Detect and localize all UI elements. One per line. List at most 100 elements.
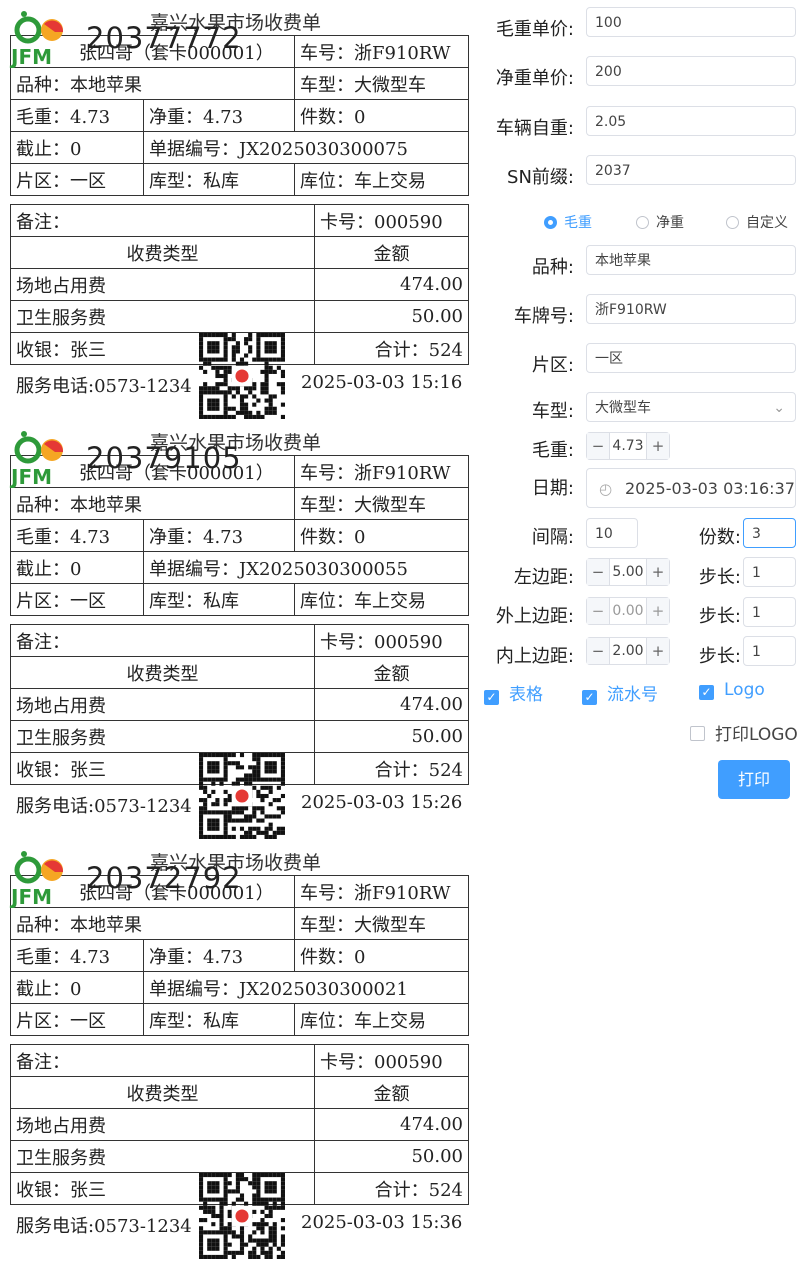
cutoff-cell: 截止：0 [10, 551, 144, 584]
service-phone: 服务电话:0573-1234 [16, 376, 192, 397]
interval-label: 间隔: [531, 527, 574, 548]
fee-type-header: 收费类型 [10, 1076, 315, 1109]
total-cell: 合计：524 [314, 1172, 469, 1205]
step-label: 步长: [698, 606, 741, 627]
zone-cell: 片区：一区 [10, 583, 144, 616]
receipt: 嘉兴水果市场收费单 张四哥（套卡000001） 车号：浙F910RW 品种：本地苹… [0, 840, 470, 1260]
left-margin-label: 左边距: [513, 567, 574, 588]
outer-top-margin-label: 外上边距: [495, 606, 574, 627]
zone-input[interactable]: 一区 [586, 343, 796, 373]
date-picker[interactable]: ◴ 2025-03-03 03:16:37 [586, 468, 796, 508]
variety-cell: 品种：本地苹果 [10, 907, 295, 940]
checkbox-print-logo[interactable]: 打印LOGO [690, 720, 798, 745]
fee-amount-cell: 50.00 [314, 1140, 469, 1173]
plus-icon[interactable]: + [646, 638, 669, 664]
checkbox-logo[interactable]: ✓ Logo [699, 680, 765, 700]
vehicle-type-cell: 车型：大微型车 [294, 907, 469, 940]
minus-icon[interactable]: − [587, 433, 610, 459]
receipt-info-table: 张四哥（套卡000001） 车号：浙F910RW 品种：本地苹果 车型：大微型车 毛… [10, 35, 469, 196]
jfm-logo: JFM [9, 431, 64, 488]
radio-net-label: 净重 [656, 215, 684, 231]
check-icon: ✓ [582, 690, 597, 705]
total-cell: 合计：524 [314, 332, 469, 365]
radio-checked-icon [544, 216, 557, 229]
inner-step-input[interactable]: 1 [743, 636, 796, 666]
storage-type-cell: 库型：私库 [143, 163, 295, 196]
checkbox-serial[interactable]: ✓ 流水号 [582, 680, 658, 705]
copies-input[interactable]: 3 [743, 518, 796, 548]
gross-price-input[interactable]: 100 [586, 7, 796, 37]
fee-name-cell: 卫生服务费 [10, 720, 315, 753]
minus-icon[interactable]: − [587, 559, 610, 585]
checkbox-table[interactable]: ✓ 表格 [484, 680, 543, 705]
weight-label: 毛重: [531, 440, 574, 461]
gross-weight-cell: 毛重：4.73 [10, 519, 144, 552]
net-price-input[interactable]: 200 [586, 56, 796, 86]
tare-label: 车辆自重: [495, 118, 574, 139]
variety-input[interactable]: 本地苹果 [586, 245, 796, 275]
pieces-cell: 件数：0 [294, 519, 469, 552]
minus-icon[interactable]: − [587, 638, 610, 664]
radio-net[interactable]: 净重 [636, 212, 684, 232]
fee-name-cell: 场地占用费 [10, 688, 315, 721]
net-weight-cell: 净重：4.73 [143, 519, 295, 552]
radio-gross[interactable]: 毛重 [544, 212, 592, 232]
storage-type-cell: 库型：私库 [143, 1003, 295, 1036]
date-label: 日期: [531, 478, 574, 499]
net-weight-cell: 净重：4.73 [143, 939, 295, 972]
logo-text: JFM [9, 885, 52, 908]
unchecked-box-icon [690, 726, 705, 741]
storage-position-cell: 库位：车上交易 [294, 163, 469, 196]
qr-code-icon [199, 753, 285, 839]
sn-prefix-input[interactable]: 2037 [586, 155, 796, 185]
checkbox-serial-label: 流水号 [607, 685, 658, 705]
weight-value[interactable]: 4.73 [609, 433, 647, 459]
left-step-input[interactable]: 1 [743, 557, 796, 587]
fee-name-cell: 卫生服务费 [10, 1140, 315, 1173]
gross-weight-cell: 毛重：4.73 [10, 99, 144, 132]
cutoff-cell: 截止：0 [10, 131, 144, 164]
radio-unchecked-icon [726, 216, 739, 229]
tare-input[interactable]: 2.05 [586, 106, 796, 136]
outer-top-margin-value[interactable]: 0.00 [609, 598, 647, 624]
plus-icon[interactable]: + [646, 598, 669, 624]
card-number-cell: 卡号：000590 [314, 204, 469, 237]
net-weight-cell: 净重：4.73 [143, 99, 295, 132]
storage-position-cell: 库位：车上交易 [294, 583, 469, 616]
plus-icon[interactable]: + [646, 559, 669, 585]
plate-input[interactable]: 浙F910RW [586, 294, 796, 324]
interval-input[interactable]: 10 [586, 518, 638, 548]
qr-code-icon [199, 1173, 285, 1259]
inner-top-margin-value[interactable]: 2.00 [609, 638, 647, 664]
left-margin-stepper[interactable]: − 5.00 + [586, 558, 670, 586]
vehicle-type-select[interactable]: 大微型车 ⌄ [586, 392, 796, 422]
remark-cell: 备注： [10, 624, 315, 657]
receipt: 嘉兴水果市场收费单 张四哥（套卡000001） 车号：浙F910RW 品种：本地苹… [0, 0, 470, 420]
card-number-cell: 卡号：000590 [314, 624, 469, 657]
plus-icon[interactable]: + [646, 433, 669, 459]
print-button[interactable]: 打印 [718, 760, 790, 799]
radio-unchecked-icon [636, 216, 649, 229]
left-margin-value[interactable]: 5.00 [609, 559, 647, 585]
outer-top-margin-stepper[interactable]: − 0.00 + [586, 597, 670, 625]
plate-cell: 车号：浙F910RW [294, 875, 469, 908]
net-price-label: 净重单价: [495, 68, 574, 89]
fee-type-header: 收费类型 [10, 236, 315, 269]
weight-stepper[interactable]: − 4.73 + [586, 432, 670, 460]
outer-step-input[interactable]: 1 [743, 597, 796, 627]
service-phone: 服务电话:0573-1234 [16, 1216, 192, 1237]
logo-text: JFM [9, 45, 52, 68]
variety-cell: 品种：本地苹果 [10, 67, 295, 100]
inner-top-margin-stepper[interactable]: − 2.00 + [586, 637, 670, 665]
checkbox-print-logo-label: 打印LOGO [715, 725, 798, 745]
minus-icon[interactable]: − [587, 598, 610, 624]
plate-cell: 车号：浙F910RW [294, 35, 469, 68]
fee-amount-cell: 474.00 [314, 268, 469, 301]
fee-amount-cell: 50.00 [314, 720, 469, 753]
radio-custom[interactable]: 自定义 [726, 212, 788, 232]
serial-number: 20372792 [86, 861, 242, 895]
qr-code-icon [199, 333, 285, 419]
receipt-info-table: 张四哥（套卡000001） 车号：浙F910RW 品种：本地苹果 车型：大微型车 毛… [10, 455, 469, 616]
pieces-cell: 件数：0 [294, 99, 469, 132]
plate-label: 车牌号: [513, 306, 574, 327]
